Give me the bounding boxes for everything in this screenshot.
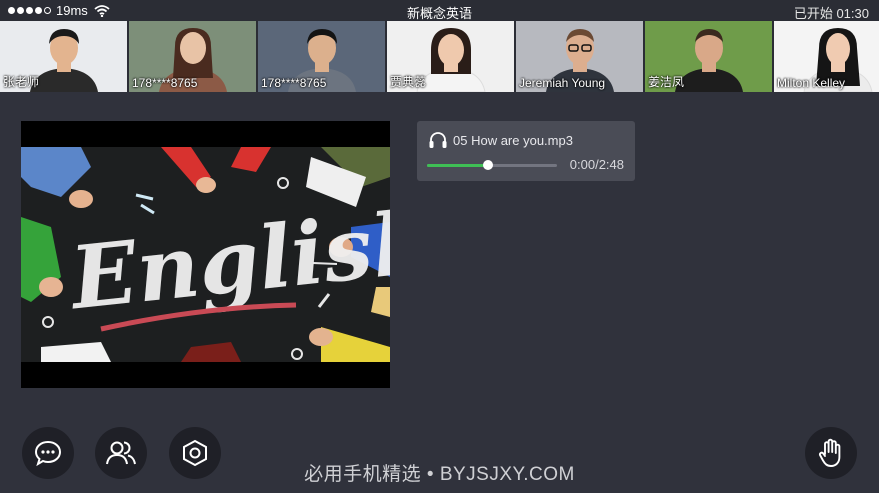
- participant-name: 贾典蕊: [390, 75, 427, 89]
- chalkboard-art: English: [21, 147, 390, 362]
- courseware-video[interactable]: English: [21, 121, 390, 388]
- participant-tile[interactable]: 178****8765: [129, 21, 256, 92]
- participant-tile[interactable]: Jeremiah Young: [516, 21, 643, 92]
- participant-strip: 张老师 178****8765 178****8765 贾典蕊 Jeremiah…: [0, 21, 879, 92]
- class-status: 已开始 01:30: [793, 6, 869, 21]
- audio-progress-bar[interactable]: [427, 160, 557, 170]
- chalkboard-image: English: [21, 147, 390, 362]
- audio-seek-handle[interactable]: [483, 160, 494, 170]
- class-title: 新概念英语: [406, 6, 472, 21]
- audio-title: 05 How are you.mp3: [453, 133, 573, 148]
- headphones-icon: [429, 132, 447, 148]
- participant-tile[interactable]: 178****8765: [258, 21, 385, 92]
- participant-name: Milton Kelley: [777, 76, 846, 90]
- participant-name: 姜洁凤: [648, 75, 685, 89]
- audio-player[interactable]: 05 How are you.mp3 0:00/2:48: [417, 121, 635, 181]
- participant-name: 178****8765: [261, 76, 327, 90]
- participant-tile[interactable]: 姜洁凤: [645, 21, 772, 92]
- audio-progress-fill: [427, 164, 489, 167]
- watermark-text: 必用手机精选 • BYJSJXY.COM: [304, 464, 575, 485]
- participant-name: 张老师: [3, 75, 40, 89]
- participant-tile[interactable]: 张老师: [0, 21, 127, 92]
- participant-name: Jeremiah Young: [519, 76, 606, 90]
- audio-time: 0:00/2:48: [569, 157, 624, 172]
- participant-tile[interactable]: Milton Kelley: [774, 21, 879, 92]
- participant-tile[interactable]: 贾典蕊: [387, 21, 514, 92]
- status-bar: 19ms 新概念英语 已开始 01:30: [0, 0, 879, 21]
- participant-name: 178****8765: [132, 76, 198, 90]
